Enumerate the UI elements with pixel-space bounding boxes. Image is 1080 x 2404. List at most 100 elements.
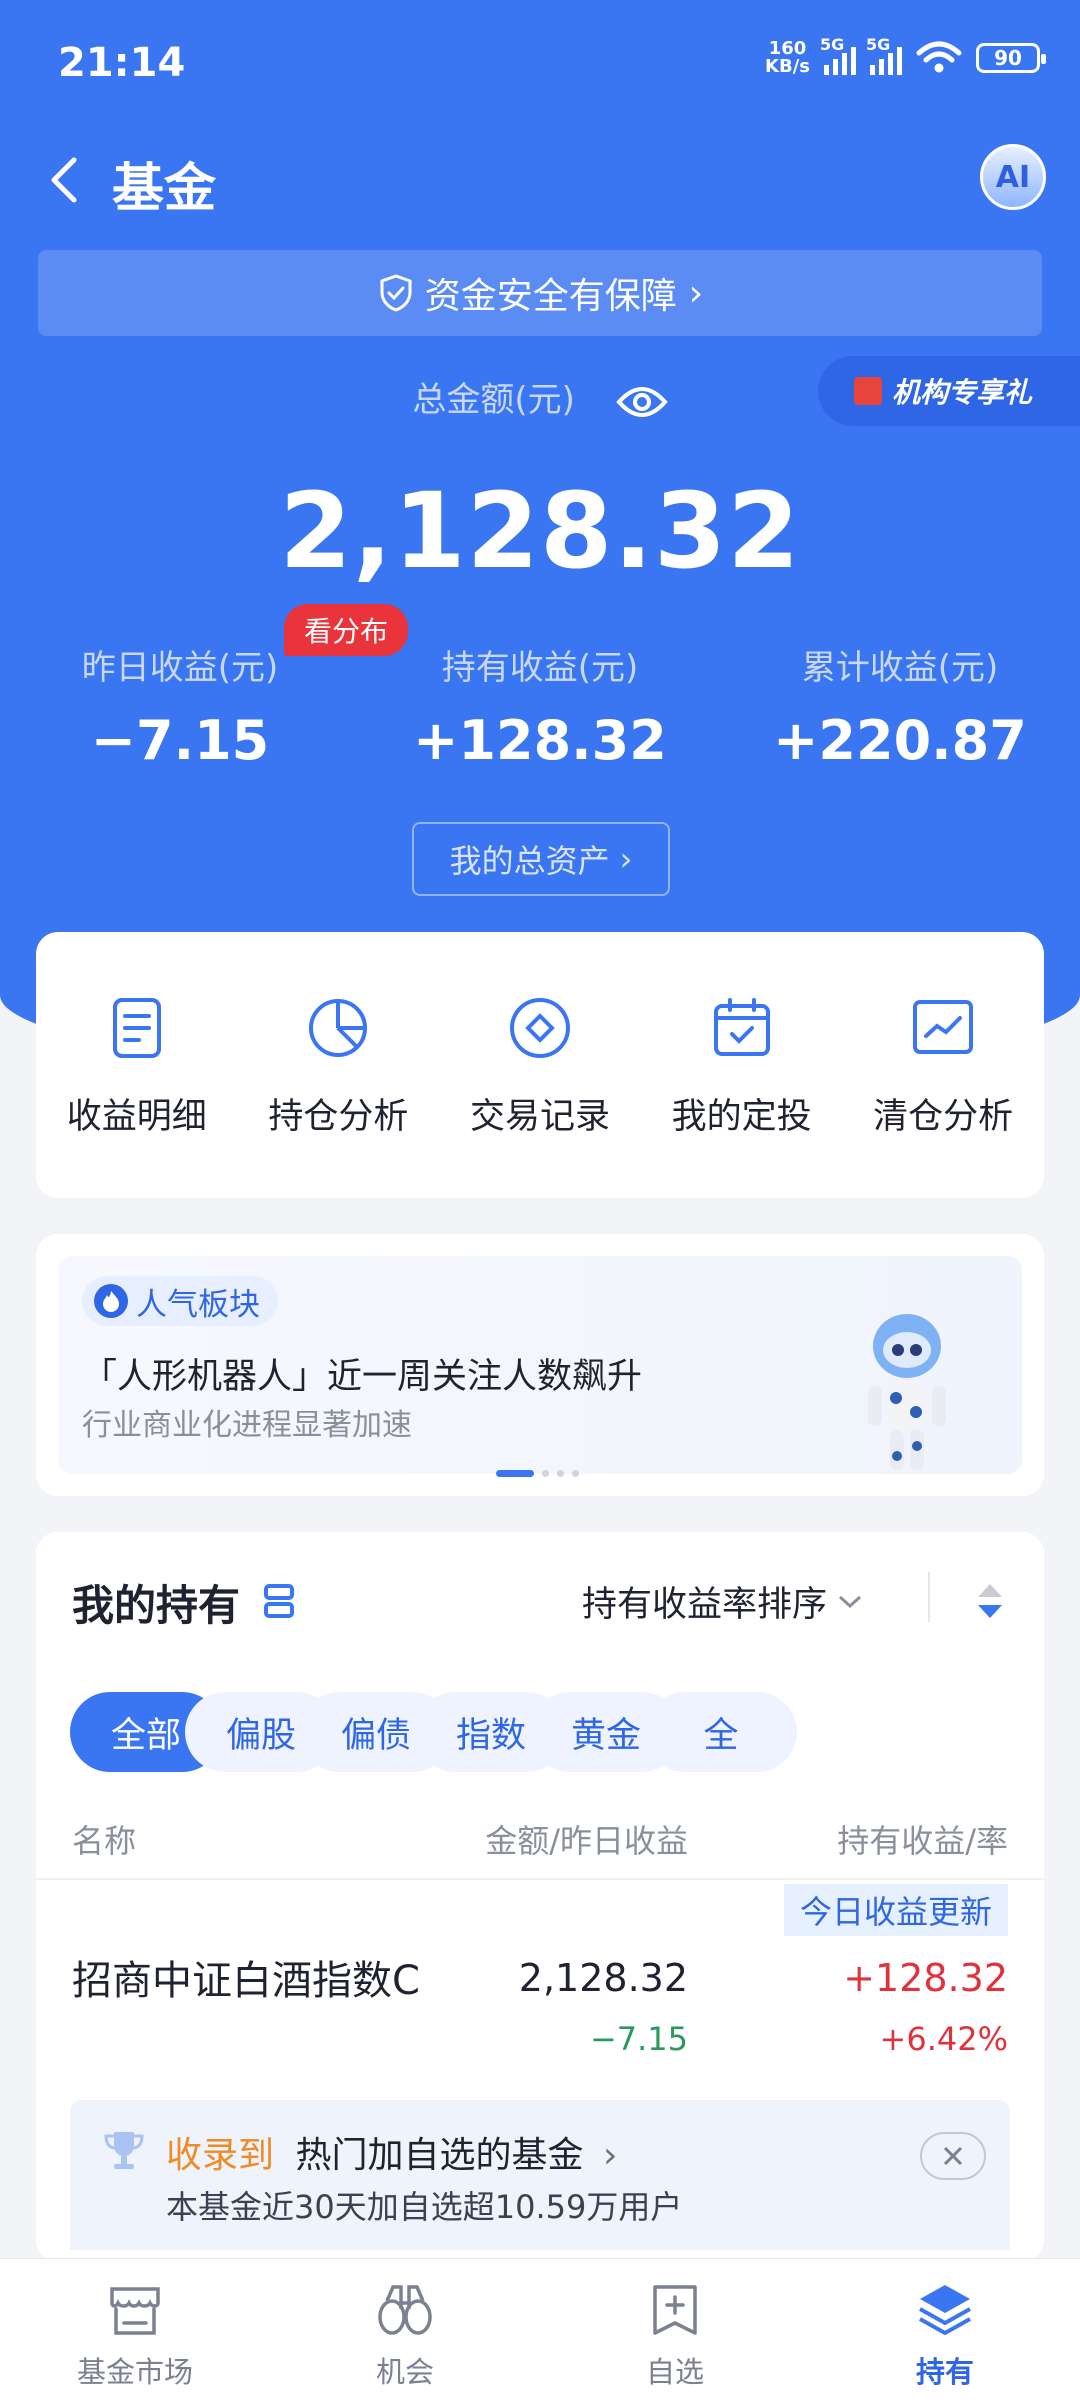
filter-chips: 全部 偏股 偏债 指数 黄金 全 (70, 1692, 1010, 1776)
tool-profit-detail[interactable]: 收益明细 (36, 932, 238, 1198)
recommend-title: 热门加自选的基金 (295, 2135, 584, 2176)
total-amount-label-row: 总金额(元) (0, 372, 1080, 422)
profit-stats: 昨日收益(元) −7.15 持有收益(元) +128.32 累计收益(元) +2… (0, 640, 1080, 772)
stat-value: +128.32 (413, 709, 667, 772)
stat-holding-profit[interactable]: 持有收益(元) +128.32 (360, 640, 720, 772)
stat-yesterday-profit[interactable]: 昨日收益(元) −7.15 (0, 640, 360, 772)
stat-label: 累计收益(元) (801, 648, 999, 688)
security-banner-text: 资金安全有保障 (424, 276, 677, 317)
sort-order-icon[interactable] (974, 1580, 1006, 1622)
tool-clearance-analysis[interactable]: 清仓分析 (842, 932, 1044, 1198)
tool-my-auto-invest[interactable]: 我的定投 (641, 932, 843, 1198)
tool-label: 交易记录 (469, 1097, 610, 1137)
status-time: 21:14 (58, 40, 186, 86)
chevron-right-icon: › (602, 2135, 618, 2176)
trophy-icon (104, 2132, 144, 2169)
security-banner[interactable]: 资金安全有保障 › (38, 250, 1042, 336)
promo-banner[interactable]: 人气板块 「人形机器人」近一周关注人数飙升 行业商业化进程显著加速 (58, 1256, 1022, 1474)
sort-label: 持有收益率排序 (582, 1585, 828, 1625)
tab-label: 自选 (645, 2355, 704, 2389)
total-amount-label: 总金额(元) (412, 380, 575, 420)
stat-label: 昨日收益(元) (81, 648, 279, 688)
page-title: 基金 (112, 159, 217, 219)
tab-favorites[interactable]: 自选 (540, 2259, 810, 2404)
promo-tag-label: 人气板块 (136, 1286, 260, 1323)
signal-icon-2: 5G (866, 35, 902, 75)
tab-holdings[interactable]: 持有 (810, 2259, 1080, 2404)
document-icon (112, 998, 161, 1058)
carousel-dots (496, 1470, 579, 1477)
layers-icon (919, 2285, 971, 2335)
column-header-amount: 金额/昨日收益 (485, 1822, 688, 1860)
ai-assistant-button[interactable]: AI (980, 144, 1046, 210)
tool-label: 持仓分析 (268, 1097, 409, 1137)
fund-holding-rate: +6.42% (879, 2020, 1008, 2058)
trend-chart-icon (913, 1000, 974, 1054)
tool-label: 清仓分析 (873, 1097, 1014, 1137)
filter-label: 指数 (455, 1715, 526, 1756)
market-icon (110, 2287, 160, 2335)
tab-opportunity[interactable]: 机会 (270, 2259, 540, 2404)
bottom-tab-bar: 基金市场 机会 自选 持有 (0, 2258, 1080, 2404)
pie-chart-icon (309, 999, 368, 1057)
chevron-right-icon: › (688, 272, 704, 314)
signal-icon: 5G (820, 35, 856, 75)
fund-yesterday-profit: −7.15 (589, 2020, 688, 2058)
tool-label: 我的定投 (671, 1097, 812, 1137)
fund-amount: 2,128.32 (518, 1956, 688, 2000)
ai-label: AI (995, 159, 1031, 195)
robot-illustration (868, 1314, 946, 1470)
tool-position-analysis[interactable]: 持仓分析 (238, 932, 440, 1198)
divider (36, 1878, 1044, 1880)
wifi-icon (916, 41, 962, 73)
promo-subtitle: 行业商业化进程显著加速 (82, 1408, 412, 1443)
profit-update-badge: 今日收益更新 (783, 1884, 1008, 1936)
flame-icon (94, 1284, 128, 1318)
divider (928, 1572, 930, 1622)
filter-label: 黄金 (570, 1715, 641, 1756)
filter-label: 偏股 (225, 1715, 296, 1756)
tab-label: 持有 (915, 2355, 974, 2389)
stat-value: +220.87 (773, 709, 1027, 772)
shield-check-icon (380, 274, 412, 312)
stat-value: −7.15 (90, 709, 270, 772)
promo-headline: 「人形机器人」近一周关注人数飙升 (82, 1357, 643, 1397)
add-favorite-icon (653, 2285, 697, 2335)
tools-card: 收益明细 持仓分析 交易记录 我的定投 清仓分析 (36, 932, 1044, 1198)
signal-5g-label: 5G (820, 35, 845, 54)
holdings-title: 我的持有 (72, 1581, 241, 1630)
list-toggle-icon[interactable] (262, 1582, 298, 1620)
filter-label: 全 (703, 1715, 739, 1756)
recommend-detail: 本基金近30天加自选超10.59万用户 (166, 2188, 683, 2226)
total-amount-value: 2,128.32 (279, 470, 801, 592)
back-arrow-icon[interactable] (36, 150, 96, 210)
promo-tag: 人气板块 (82, 1276, 278, 1326)
chevron-down-icon (839, 1595, 862, 1608)
binoculars-icon (378, 2285, 432, 2335)
sort-dropdown[interactable]: 持有收益率排序 (582, 1576, 863, 1627)
fund-holding-profit: +128.32 (843, 1956, 1008, 2000)
tab-label: 基金市场 (76, 2355, 193, 2389)
recommend-title-row: 收录到 热门加自选的基金 › (166, 2126, 617, 2178)
tool-label: 收益明细 (66, 1097, 207, 1137)
recommend-banner[interactable]: 收录到 热门加自选的基金 › 本基金近30天加自选超10.59万用户 (70, 2100, 1010, 2250)
network-speed: 160 KB/s (765, 40, 810, 76)
close-icon (943, 2146, 963, 2166)
tool-transaction-records[interactable]: 交易记录 (439, 932, 641, 1198)
battery-icon: 90 (976, 43, 1046, 73)
filter-chip-more[interactable]: 全 (645, 1692, 797, 1772)
recommend-prefix: 收录到 (166, 2135, 275, 2176)
total-assets-button[interactable]: 我的总资产 › (412, 822, 670, 896)
stat-cumulative-profit[interactable]: 累计收益(元) +220.87 (720, 640, 1080, 772)
tab-fund-market[interactable]: 基金市场 (0, 2259, 270, 2404)
eye-icon[interactable] (616, 382, 668, 422)
net-speed-unit: KB/s (765, 56, 810, 77)
tab-label: 机会 (375, 2355, 434, 2389)
column-header-profit: 持有收益/率 (837, 1822, 1008, 1860)
calendar-check-icon (713, 998, 770, 1056)
battery-level: 90 (994, 46, 1022, 70)
close-recommend-button[interactable] (920, 2132, 986, 2180)
top-navigation: 基金 AI (0, 140, 1080, 220)
column-header-name: 名称 (72, 1822, 137, 1860)
status-bar: 21:14 160 KB/s 5G 5G 90 (0, 0, 1080, 130)
